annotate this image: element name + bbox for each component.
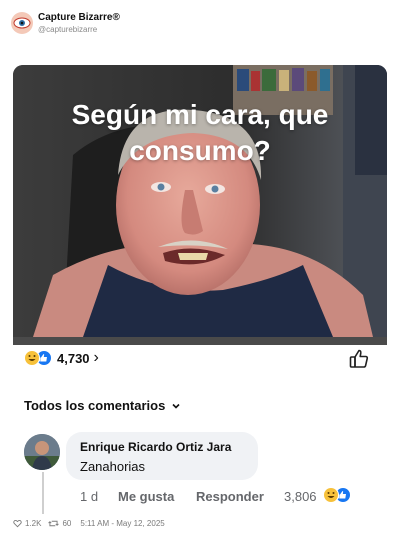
account-avatar[interactable]: [11, 12, 33, 34]
commenter-avatar[interactable]: [24, 434, 60, 470]
all-comments-label: Todos los comentarios: [24, 398, 166, 413]
heart-icon[interactable]: [13, 519, 22, 528]
comment-reply-button[interactable]: Responder: [196, 489, 264, 504]
reactions-summary[interactable]: 4,730 ›: [24, 348, 99, 368]
likes-count: 1.2K: [25, 519, 42, 528]
comment-time: 1 d: [80, 489, 99, 504]
comment-reactions-count[interactable]: 3,806: [284, 489, 317, 504]
reactions-count[interactable]: 4,730: [57, 351, 90, 366]
post-timestamp: 5:11 AM - May 12, 2025: [80, 519, 165, 528]
all-comments-dropdown[interactable]: Todos los comentarios: [24, 398, 181, 413]
thumbs-up-icon: [349, 349, 369, 368]
retweet-icon[interactable]: [48, 519, 60, 528]
chevron-down-icon: [172, 403, 180, 409]
comment-like-button[interactable]: Me gusta: [118, 489, 174, 504]
comment-thread-line: [42, 472, 44, 514]
comment-text: Zanahorias: [80, 459, 146, 474]
retweets-count: 60: [62, 519, 72, 528]
like-button[interactable]: [347, 347, 371, 371]
comment-reactions[interactable]: [323, 487, 351, 503]
account-handle: @capturebizarre: [38, 25, 98, 34]
comment-author[interactable]: Enrique Ricardo Ortiz Jara: [80, 440, 231, 454]
meme-caption-line-2: consumo?: [129, 135, 271, 166]
post-image-card[interactable]: Según mi cara, que consumo?: [13, 65, 387, 345]
tweet-footer: 1.2K 60 5:11 AM - May 12, 2025: [13, 519, 165, 528]
haha-emoji-icon: [24, 350, 40, 366]
chevron-right-icon[interactable]: ›: [94, 350, 99, 366]
eye-logo-icon: [13, 17, 31, 29]
meme-caption-line-1: Según mi cara, que: [71, 99, 329, 130]
account-name[interactable]: Capture Bizarre®: [38, 12, 120, 23]
haha-emoji-icon: [323, 487, 339, 503]
